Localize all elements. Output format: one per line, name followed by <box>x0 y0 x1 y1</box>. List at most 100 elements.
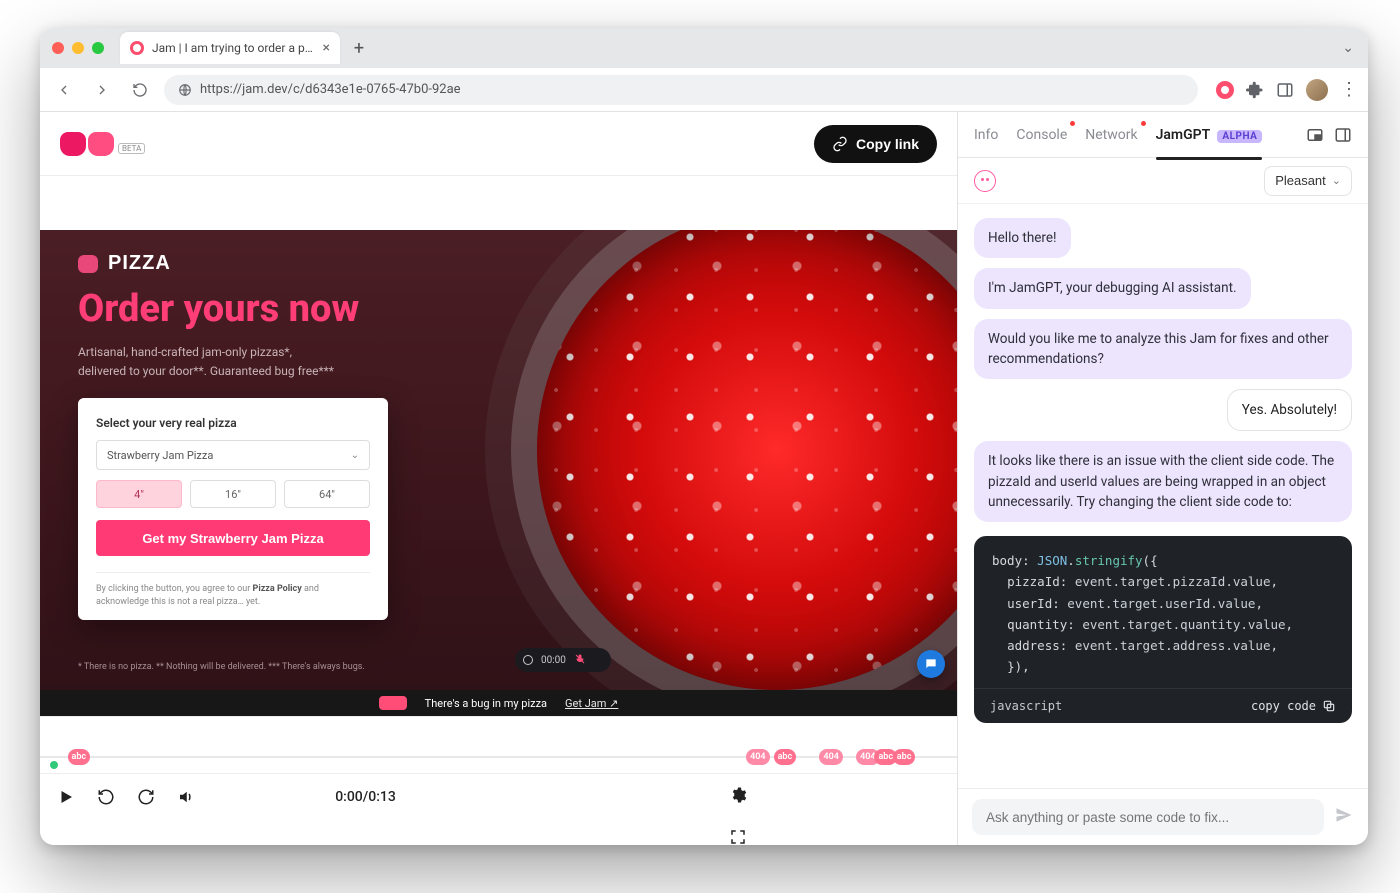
chat-messages: Hello there! I'm JamGPT, your debugging … <box>958 204 1368 788</box>
headline: Order yours now <box>78 289 537 331</box>
assistant-message: Hello there! <box>974 218 1071 258</box>
assistant-message: Would you like me to analyze this Jam fo… <box>974 319 1352 380</box>
pizza-select[interactable]: Strawberry Jam Pizza ⌄ <box>96 440 370 470</box>
zoom-window-button[interactable] <box>92 42 104 54</box>
forward-button[interactable] <box>134 785 158 809</box>
order-button[interactable]: Get my Strawberry Jam Pizza <box>96 520 370 556</box>
playhead-start <box>50 761 58 769</box>
reload-button[interactable] <box>126 76 154 104</box>
browser-toolbar-icons: ⋮ <box>1216 79 1358 101</box>
banner-message: There's a bug in my pizza <box>425 697 547 710</box>
banner-cta-link[interactable]: Get Jam ↗ <box>565 697 618 710</box>
titlebar: Jam | I am trying to order a piz… × + ⌄ <box>40 28 1368 68</box>
size-option-2[interactable]: 64" <box>284 480 370 508</box>
copy-link-label: Copy link <box>856 136 919 152</box>
intercom-fab[interactable] <box>917 650 945 678</box>
code-block: body: JSON.stringify({ pizzaId: event.ta… <box>974 536 1352 723</box>
url-text: https://jam.dev/c/d6343e1e-0765-47b0-92a… <box>200 82 461 97</box>
promo-banner: There's a bug in my pizza Get Jam ↗ <box>40 690 957 716</box>
jam-favicon-icon <box>130 41 144 55</box>
tab-jamgpt[interactable]: JamGPT ALPHA <box>1156 123 1263 147</box>
side-panel: Info Console Network JamGPT ALPHA Pleasa… <box>958 112 1368 845</box>
url-field[interactable]: https://jam.dev/c/d6343e1e-0765-47b0-92a… <box>164 75 1198 105</box>
footnote: * There is no pizza. ** Nothing will be … <box>78 662 365 672</box>
jam-extension-icon[interactable] <box>1216 81 1234 99</box>
address-bar: https://jam.dev/c/d6343e1e-0765-47b0-92a… <box>40 68 1368 112</box>
fullscreen-button[interactable] <box>726 825 750 846</box>
nav-forward-button[interactable] <box>88 76 116 104</box>
pip-icon[interactable] <box>1306 126 1324 144</box>
site-logo-icon <box>78 255 98 273</box>
tabs-overflow-button[interactable]: ⌄ <box>1342 40 1354 56</box>
jam-player-pane: BETA Copy link PIZZA O <box>40 112 958 845</box>
site-info-icon <box>178 83 192 97</box>
tab-network[interactable]: Network <box>1085 123 1137 147</box>
pizza-image <box>537 230 957 690</box>
play-button[interactable] <box>54 785 78 809</box>
extensions-icon[interactable] <box>1246 81 1264 99</box>
copy-code-button[interactable]: copy code <box>1251 699 1336 713</box>
browser-window: Jam | I am trying to order a piz… × + ⌄ … <box>40 28 1368 845</box>
badge-dot-icon <box>1070 121 1075 126</box>
browser-menu-button[interactable]: ⋮ <box>1340 81 1358 99</box>
volume-button[interactable] <box>174 785 198 809</box>
close-window-button[interactable] <box>52 42 64 54</box>
tone-value: Pleasant <box>1275 173 1326 188</box>
user-message: Yes. Absolutely! <box>1227 389 1352 431</box>
nav-back-button[interactable] <box>50 76 78 104</box>
chat-composer <box>958 788 1368 845</box>
profile-avatar[interactable] <box>1306 79 1328 101</box>
assistant-message: It looks like there is an issue with the… <box>974 441 1352 522</box>
jam-mini-logo-icon <box>379 696 407 710</box>
new-tab-button[interactable]: + <box>348 37 370 59</box>
mic-muted-icon <box>574 653 586 668</box>
size-option-1[interactable]: 16" <box>190 480 276 508</box>
order-card: Select your very real pizza Strawberry J… <box>78 398 388 620</box>
player-controls: 0:00/0:13 1x <box>40 774 957 820</box>
window-controls <box>52 42 104 54</box>
card-title: Select your very real pizza <box>96 416 370 430</box>
pizza-select-value: Strawberry Jam Pizza <box>107 449 213 462</box>
settings-button[interactable] <box>726 783 750 807</box>
jam-logo[interactable]: BETA <box>60 132 145 156</box>
minimize-window-button[interactable] <box>72 42 84 54</box>
collapse-panel-icon[interactable] <box>1334 126 1352 144</box>
tab-console[interactable]: Console <box>1016 123 1067 147</box>
chat-input[interactable] <box>972 799 1324 835</box>
link-icon <box>832 136 848 152</box>
badge-dot-icon <box>1141 121 1146 126</box>
legal-text: By clicking the button, you agree to our… <box>96 572 370 608</box>
timeline-marker[interactable]: 404 <box>819 749 842 765</box>
timeline-marker[interactable]: abc <box>68 749 91 765</box>
tab-title: Jam | I am trying to order a piz… <box>152 41 315 55</box>
code-language: javascript <box>990 699 1062 713</box>
record-indicator-icon <box>523 655 533 665</box>
jamgpt-avatar-icon <box>974 170 996 192</box>
time-display: 0:00/0:13 <box>214 789 517 805</box>
tab-info[interactable]: Info <box>974 123 998 147</box>
rewind-button[interactable] <box>94 785 118 809</box>
timeline[interactable]: abc 404 abc 404 404 abc abc <box>40 716 957 774</box>
close-tab-button[interactable]: × <box>323 40 330 56</box>
timeline-marker[interactable]: abc <box>893 749 916 765</box>
recorder-hud: 00:00 <box>515 648 611 672</box>
panel-tabs: Info Console Network JamGPT ALPHA <box>958 112 1368 158</box>
hud-timer: 00:00 <box>541 655 566 666</box>
sidepanel-toggle-icon[interactable] <box>1276 81 1294 99</box>
recording-viewport: PIZZA Order yours now Artisanal, hand-cr… <box>40 230 957 716</box>
size-option-0[interactable]: 4" <box>96 480 182 508</box>
beta-badge: BETA <box>118 143 145 154</box>
timeline-marker[interactable]: 404 <box>746 749 769 765</box>
site-brand: PIZZA <box>108 252 171 275</box>
browser-tab[interactable]: Jam | I am trying to order a piz… × <box>120 32 340 64</box>
copy-icon <box>1322 699 1336 713</box>
timeline-marker[interactable]: abc <box>774 749 797 765</box>
tone-select[interactable]: Pleasant ⌄ <box>1264 166 1352 196</box>
chevron-down-icon: ⌄ <box>351 450 359 461</box>
code-content[interactable]: body: JSON.stringify({ pizzaId: event.ta… <box>974 536 1352 688</box>
assistant-message: I'm JamGPT, your debugging AI assistant. <box>974 268 1251 308</box>
send-button[interactable] <box>1334 805 1354 829</box>
hero-copy: PIZZA Order yours now Artisanal, hand-cr… <box>78 252 537 381</box>
chevron-down-icon: ⌄ <box>1332 174 1341 187</box>
copy-link-button[interactable]: Copy link <box>814 125 937 163</box>
